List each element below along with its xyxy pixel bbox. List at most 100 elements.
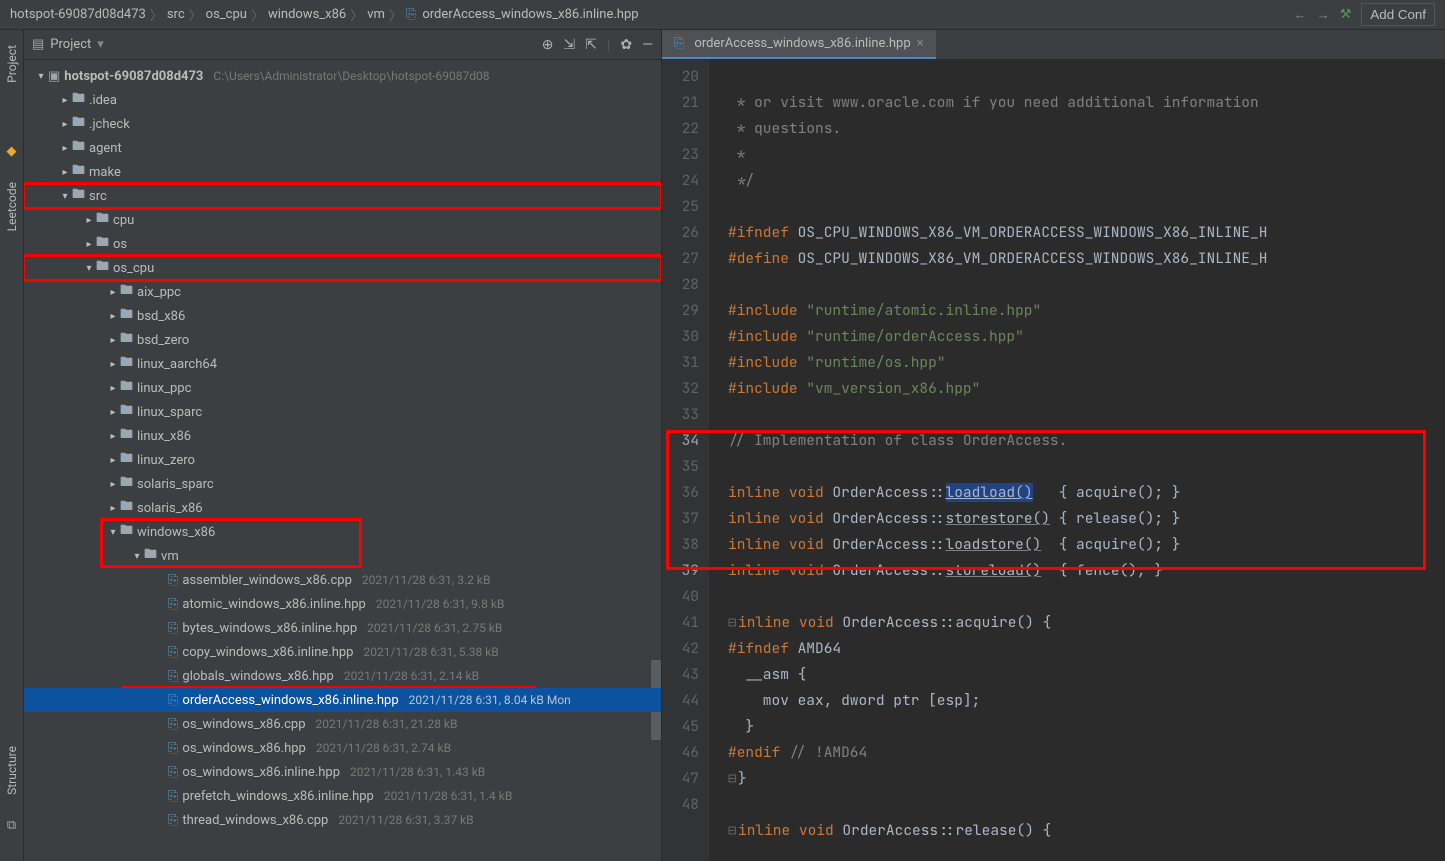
breadcrumb-item[interactable]: vm [367, 7, 385, 22]
tree-folder-vm[interactable]: 🖿vm [24, 544, 661, 568]
chevron-down-icon[interactable] [130, 551, 144, 562]
chevron-right-icon[interactable] [58, 95, 72, 106]
breadcrumb-item[interactable]: hotspot-69087d08d473 [10, 7, 146, 22]
chevron-right-icon[interactable] [82, 215, 96, 226]
tree-folder[interactable]: 🖿linux_x86 [24, 424, 661, 448]
tree-file[interactable]: ⎘assembler_windows_x86.cpp2021/11/28 6:3… [24, 568, 661, 592]
tree-label: assembler_windows_x86.cpp [182, 573, 352, 588]
folder-icon: 🖿 [120, 329, 133, 351]
tree-file[interactable]: ⎘thread_windows_x86.cpp2021/11/28 6:31, … [24, 808, 661, 832]
chevron-right-icon[interactable] [106, 431, 120, 442]
breadcrumb-item[interactable]: src [167, 7, 185, 22]
breadcrumb-item[interactable]: os_cpu [206, 7, 247, 22]
chevron-right-icon[interactable] [82, 239, 96, 250]
nav-back-icon[interactable]: ← [1294, 7, 1307, 23]
tree-file-selected[interactable]: ⎘orderAccess_windows_x86.inline.hpp2021/… [24, 688, 661, 712]
tree-folder-windows-x86[interactable]: 🖿windows_x86 [24, 520, 661, 544]
tree-file[interactable]: ⎘os_windows_x86.hpp2021/11/28 6:31, 2.74… [24, 736, 661, 760]
tree-folder-oscpu[interactable]: 🖿os_cpu [24, 256, 661, 280]
chevron-down-icon[interactable] [58, 191, 72, 202]
tree-file[interactable]: ⎘prefetch_windows_x86.inline.hpp2021/11/… [24, 784, 661, 808]
tree-folder[interactable]: 🖿agent [24, 136, 661, 160]
editor-body[interactable]: 2021222324252627282930313233343536373839… [662, 60, 1445, 861]
project-panel: ▤ Project ▾ ⊕ ⇲ ⇱ | ✿ — ▣ hotspot-69087d… [24, 30, 662, 861]
breadcrumb-item[interactable]: windows_x86 [268, 7, 346, 22]
file-meta: 2021/11/28 6:31, 2.14 kB [344, 669, 479, 683]
tree-folder[interactable]: 🖿bsd_zero [24, 328, 661, 352]
chevron-down-icon[interactable] [34, 71, 48, 82]
settings-icon[interactable]: ✿ [620, 37, 632, 53]
select-opened-file-icon[interactable]: ⊕ [542, 37, 554, 53]
project-panel-header: ▤ Project ▾ ⊕ ⇲ ⇱ | ✿ — [24, 30, 661, 60]
chevron-down-icon[interactable] [82, 263, 96, 274]
editor-tab-bar: ⎘ orderAccess_windows_x86.inline.hpp × [662, 30, 1445, 60]
chevron-right-icon[interactable] [106, 503, 120, 514]
tree-folder[interactable]: 🖿os [24, 232, 661, 256]
tree-folder[interactable]: 🖿linux_zero [24, 448, 661, 472]
chevron-right-icon: 〉 [350, 5, 363, 24]
tree-label: os_windows_x86.cpp [182, 717, 305, 732]
collapse-all-icon[interactable]: ⇱ [585, 37, 597, 53]
project-tool-button[interactable]: Project [5, 40, 19, 88]
tree-folder[interactable]: 🖿make [24, 160, 661, 184]
tree-folder[interactable]: 🖿linux_ppc [24, 376, 661, 400]
chevron-right-icon[interactable] [106, 359, 120, 370]
editor-tab[interactable]: ⎘ orderAccess_windows_x86.inline.hpp × [662, 30, 936, 59]
tree-folder[interactable]: 🖿cpu [24, 208, 661, 232]
folder-icon: 🖿 [144, 545, 157, 567]
structure-tool-button[interactable]: Structure [5, 741, 19, 800]
file-meta: 2021/11/28 6:31, 9.8 kB [376, 597, 505, 611]
tree-folder[interactable]: 🖿linux_sparc [24, 400, 661, 424]
chevron-right-icon[interactable] [106, 335, 120, 346]
chevron-right-icon[interactable] [106, 287, 120, 298]
tree-root[interactable]: ▣ hotspot-69087d08d473 C:\Users\Administ… [24, 64, 661, 88]
dropdown-icon[interactable]: ▾ [97, 37, 104, 52]
tree-folder[interactable]: 🖿linux_aarch64 [24, 352, 661, 376]
hide-icon[interactable]: — [642, 37, 653, 53]
chevron-right-icon[interactable] [106, 479, 120, 490]
tree-label: linux_aarch64 [137, 357, 217, 372]
tree-file[interactable]: ⎘copy_windows_x86.inline.hpp2021/11/28 6… [24, 640, 661, 664]
tree-folder[interactable]: 🖿.idea [24, 88, 661, 112]
chevron-right-icon[interactable] [106, 383, 120, 394]
add-configuration-button[interactable]: Add Conf [1361, 3, 1435, 26]
tree-label: windows_x86 [137, 525, 215, 540]
tree-label: solaris_x86 [137, 501, 203, 516]
file-meta: 2021/11/28 6:31, 8.04 kB Mon [409, 693, 571, 707]
breadcrumb-item[interactable]: orderAccess_windows_x86.inline.hpp [422, 7, 638, 22]
tree-folder[interactable]: 🖿solaris_sparc [24, 472, 661, 496]
chevron-down-icon[interactable] [106, 527, 120, 538]
tree-file[interactable]: ⎘atomic_windows_x86.inline.hpp2021/11/28… [24, 592, 661, 616]
chevron-right-icon[interactable] [106, 455, 120, 466]
file-meta: 2021/11/28 6:31, 2.74 kB [316, 741, 451, 755]
tree-label: hotspot-69087d08d473 [64, 69, 203, 84]
tree-folder[interactable]: 🖿solaris_x86 [24, 496, 661, 520]
tree-folder[interactable]: 🖿.jcheck [24, 112, 661, 136]
project-tree[interactable]: ▣ hotspot-69087d08d473 C:\Users\Administ… [24, 60, 661, 861]
tree-label: thread_windows_x86.cpp [182, 813, 328, 828]
close-icon[interactable]: × [917, 36, 924, 51]
tree-file[interactable]: ⎘os_windows_x86.inline.hpp2021/11/28 6:3… [24, 760, 661, 784]
code-area[interactable]: * or visit www.oracle.com if you need ad… [710, 60, 1445, 861]
build-icon[interactable]: ⚒ [1340, 7, 1352, 22]
project-panel-title[interactable]: Project [50, 37, 91, 52]
chevron-right-icon[interactable] [58, 119, 72, 130]
tree-file[interactable]: ⎘bytes_windows_x86.inline.hpp2021/11/28 … [24, 616, 661, 640]
chevron-right-icon[interactable] [58, 143, 72, 154]
leetcode-icon[interactable]: ◆ [7, 144, 17, 159]
file-icon: ⎘ [168, 789, 178, 804]
tree-folder[interactable]: 🖿bsd_x86 [24, 304, 661, 328]
chevron-right-icon[interactable] [106, 407, 120, 418]
nav-forward-icon[interactable]: → [1317, 7, 1330, 23]
tree-folder[interactable]: 🖿aix_ppc [24, 280, 661, 304]
leetcode-tool-button[interactable]: Leetcode [5, 177, 19, 236]
file-icon: ⎘ [674, 36, 684, 51]
tree-file[interactable]: ⎘os_windows_x86.cpp2021/11/28 6:31, 21.2… [24, 712, 661, 736]
tree-folder-src[interactable]: 🖿src [24, 184, 661, 208]
expand-all-icon[interactable]: ⇲ [563, 37, 575, 53]
tree-label: agent [89, 141, 122, 156]
file-icon: ⎘ [168, 813, 178, 828]
chevron-right-icon[interactable] [58, 167, 72, 178]
tree-file[interactable]: ⎘globals_windows_x86.hpp2021/11/28 6:31,… [24, 664, 661, 688]
chevron-right-icon[interactable] [106, 311, 120, 322]
